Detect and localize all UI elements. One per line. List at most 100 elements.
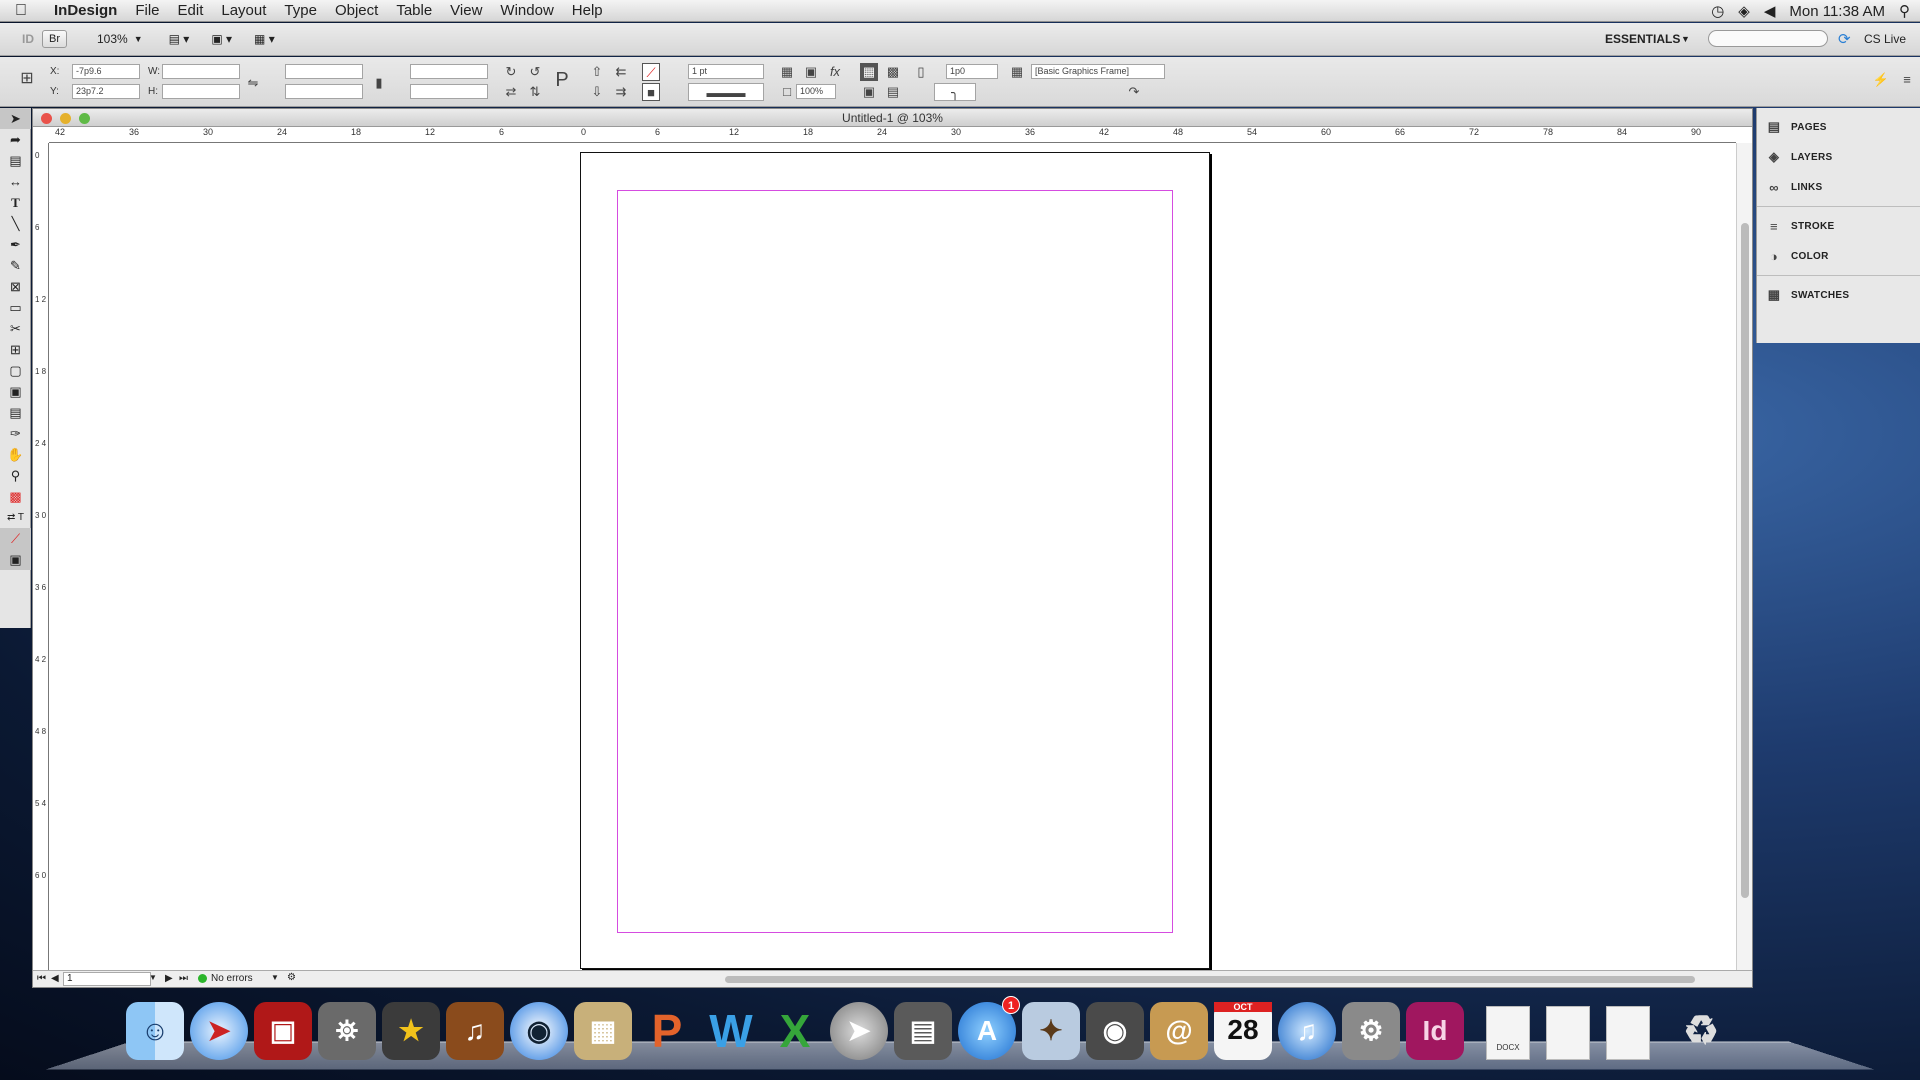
clear-overrides-icon[interactable]: ↷ [1125,83,1143,101]
first-page-icon[interactable]: ⏮ [37,973,46,984]
arrange-documents-icon[interactable]: ▦ ▾ [254,32,275,46]
scissors-tool-icon[interactable]: ✂ [0,318,31,339]
swap-fill-stroke-icon[interactable]: ⇄ T [0,507,31,528]
note-tool-icon[interactable]: ▤ [0,402,31,423]
column-width-icon[interactable]: ▯ [912,63,930,81]
panel-stroke[interactable]: ≡ STROKE [1757,211,1920,241]
pencil-tool-icon[interactable]: ✎ [0,255,31,276]
rotate-cw-icon[interactable]: ↻ [502,63,520,81]
zoom-level-select[interactable]: 103% [97,32,128,46]
gradient-swatch-tool-icon[interactable]: ▢ [0,360,31,381]
height-field[interactable] [162,84,240,99]
horizontal-ruler[interactable]: 42 36 30 24 18 12 6 0 6 12 18 24 30 36 4… [49,127,1736,143]
frame-fitting-icon[interactable]: ▤ [884,83,902,101]
effects-fx-icon[interactable]: fx [826,63,844,81]
panel-swatches[interactable]: ▦ SWATCHES [1757,280,1920,310]
direct-selection-tool-icon[interactable]: ➦ [0,129,31,150]
iphoto-icon[interactable]: ⛯ [318,1002,376,1060]
rectangle-frame-tool-icon[interactable]: ⊠ [0,276,31,297]
rotation-angle-field[interactable] [410,64,488,79]
preview-icon[interactable]: ▦ [574,1002,632,1060]
selection-tool-icon[interactable]: ➤ [0,108,31,129]
stroke-swatch-icon[interactable]: ■ [642,83,660,101]
gradient-feather-tool-icon[interactable]: ▣ [0,381,31,402]
flip-horizontal-icon[interactable]: ⇄ [502,83,520,101]
preflight-status[interactable]: No errors [211,973,253,984]
flip-vertical-icon[interactable]: ⇅ [526,83,544,101]
itunes-icon[interactable]: ♫ [1278,1002,1336,1060]
ical-icon[interactable]: OCT 28 [1214,1002,1272,1060]
facetime-icon[interactable]: ◉ [1086,1002,1144,1060]
dvd-player-icon[interactable]: ◉ [510,1002,568,1060]
gap-tool-icon[interactable]: ↔ [0,171,31,192]
constrain-proportions-icon[interactable]: ⇋ [244,74,262,92]
horizontal-scroll-thumb[interactable] [725,976,1695,983]
chevron-down-icon[interactable]: ▼ [271,973,279,982]
menu-object[interactable]: Object [326,2,387,19]
last-page-icon[interactable]: ⏭ [179,973,188,984]
corner-options-icon[interactable]: ▣ [860,83,878,101]
apply-none-icon[interactable]: ⟋ [0,528,31,549]
chevron-down-icon[interactable]: ▼ [149,973,157,982]
menu-window[interactable]: Window [491,2,562,19]
rectangle-tool-icon[interactable]: ▭ [0,297,31,318]
corner-shape-select[interactable]: ╮ [934,83,976,101]
select-next-icon[interactable]: ⇉ [612,83,630,101]
vertical-ruler[interactable]: 0 6 1 2 1 8 2 4 3 0 3 6 4 2 4 8 5 4 6 0 [33,143,49,970]
system-preferences-icon[interactable]: ⚙ [1342,1002,1400,1060]
imovie-icon[interactable]: ★ [382,1002,440,1060]
object-style-select[interactable]: [Basic Graphics Frame] [1031,64,1165,79]
spotlight-icon[interactable]: ⚲ [1899,2,1910,20]
rotate-ccw-icon[interactable]: ↺ [526,63,544,81]
zoom-window-icon[interactable] [79,113,90,124]
select-previous-icon[interactable]: ⇇ [612,63,630,81]
image-capture-icon[interactable]: ▤ [894,1002,952,1060]
document-file-icon[interactable] [1606,1006,1650,1060]
panel-layers[interactable]: ◈ LAYERS [1757,142,1920,172]
time-machine-icon[interactable]: ◷ [1711,2,1724,20]
y-position-field[interactable]: 23p7.2 [72,84,140,99]
mail-stamp-icon[interactable]: ✦ [1022,1002,1080,1060]
app-store-icon[interactable]: A1 [958,1002,1016,1060]
previous-page-icon[interactable]: ◀ [51,973,59,984]
panel-color[interactable]: ◑ COLOR [1757,241,1920,271]
lightning-icon[interactable]: ⚡ [1872,71,1890,89]
align-stroke-icon[interactable]: ▦ [860,63,878,81]
page-number-field[interactable]: 1 [63,972,151,986]
opacity-field[interactable]: 100% [796,84,836,99]
type-tool-icon[interactable]: T [0,192,31,213]
eyedropper-tool-icon[interactable]: ✑ [0,423,31,444]
line-tool-icon[interactable]: ╲ [0,213,31,234]
excel-icon[interactable]: X [766,1002,824,1060]
view-options-icon[interactable]: ▤ ▾ [169,32,190,46]
workspace-switcher[interactable]: ESSENTIALS [1605,32,1680,46]
free-transform-tool-icon[interactable]: ⊞ [0,339,31,360]
reference-point-icon[interactable]: ⊞ [18,70,36,88]
text-wrap-icon[interactable]: ▦ [778,63,796,81]
fill-stroke-icon[interactable]: ▩ [0,486,31,507]
docx-file-icon[interactable]: DOCX [1486,1006,1530,1060]
panel-pages[interactable]: ▤ PAGES [1757,112,1920,142]
scale-y-field[interactable] [285,84,363,99]
menu-layout[interactable]: Layout [212,2,275,19]
safari-icon[interactable]: ➤ [190,1002,248,1060]
launchpad-icon[interactable]: ➤ [830,1002,888,1060]
chevron-down-icon[interactable]: ▼ [1681,34,1690,44]
width-field[interactable] [162,64,240,79]
indesign-app-icon[interactable]: Id [1406,1002,1464,1060]
garageband-icon[interactable]: ♫ [446,1002,504,1060]
minimize-window-icon[interactable] [60,113,71,124]
object-style-icon[interactable]: ▦ [1008,63,1026,81]
next-page-icon[interactable]: ▶ [165,973,173,984]
stroke-weight-field[interactable]: 1 pt [688,64,764,79]
cs-live-icon[interactable]: ⟳ [1838,30,1851,48]
constrain-scale-icon[interactable]: ▮ [370,74,388,92]
select-container-icon[interactable]: ⇧ [588,63,606,81]
stroke-type-icon[interactable]: ▬▬▬ [688,83,764,101]
chevron-down-icon[interactable]: ▼ [134,34,143,44]
volume-icon[interactable]: ◀ [1764,2,1776,20]
close-window-icon[interactable] [41,113,52,124]
panel-links[interactable]: ∞ LINKS [1757,172,1920,202]
vertical-scroll-thumb[interactable] [1741,223,1749,898]
fill-swatch-icon[interactable]: ⟋ [642,63,660,81]
